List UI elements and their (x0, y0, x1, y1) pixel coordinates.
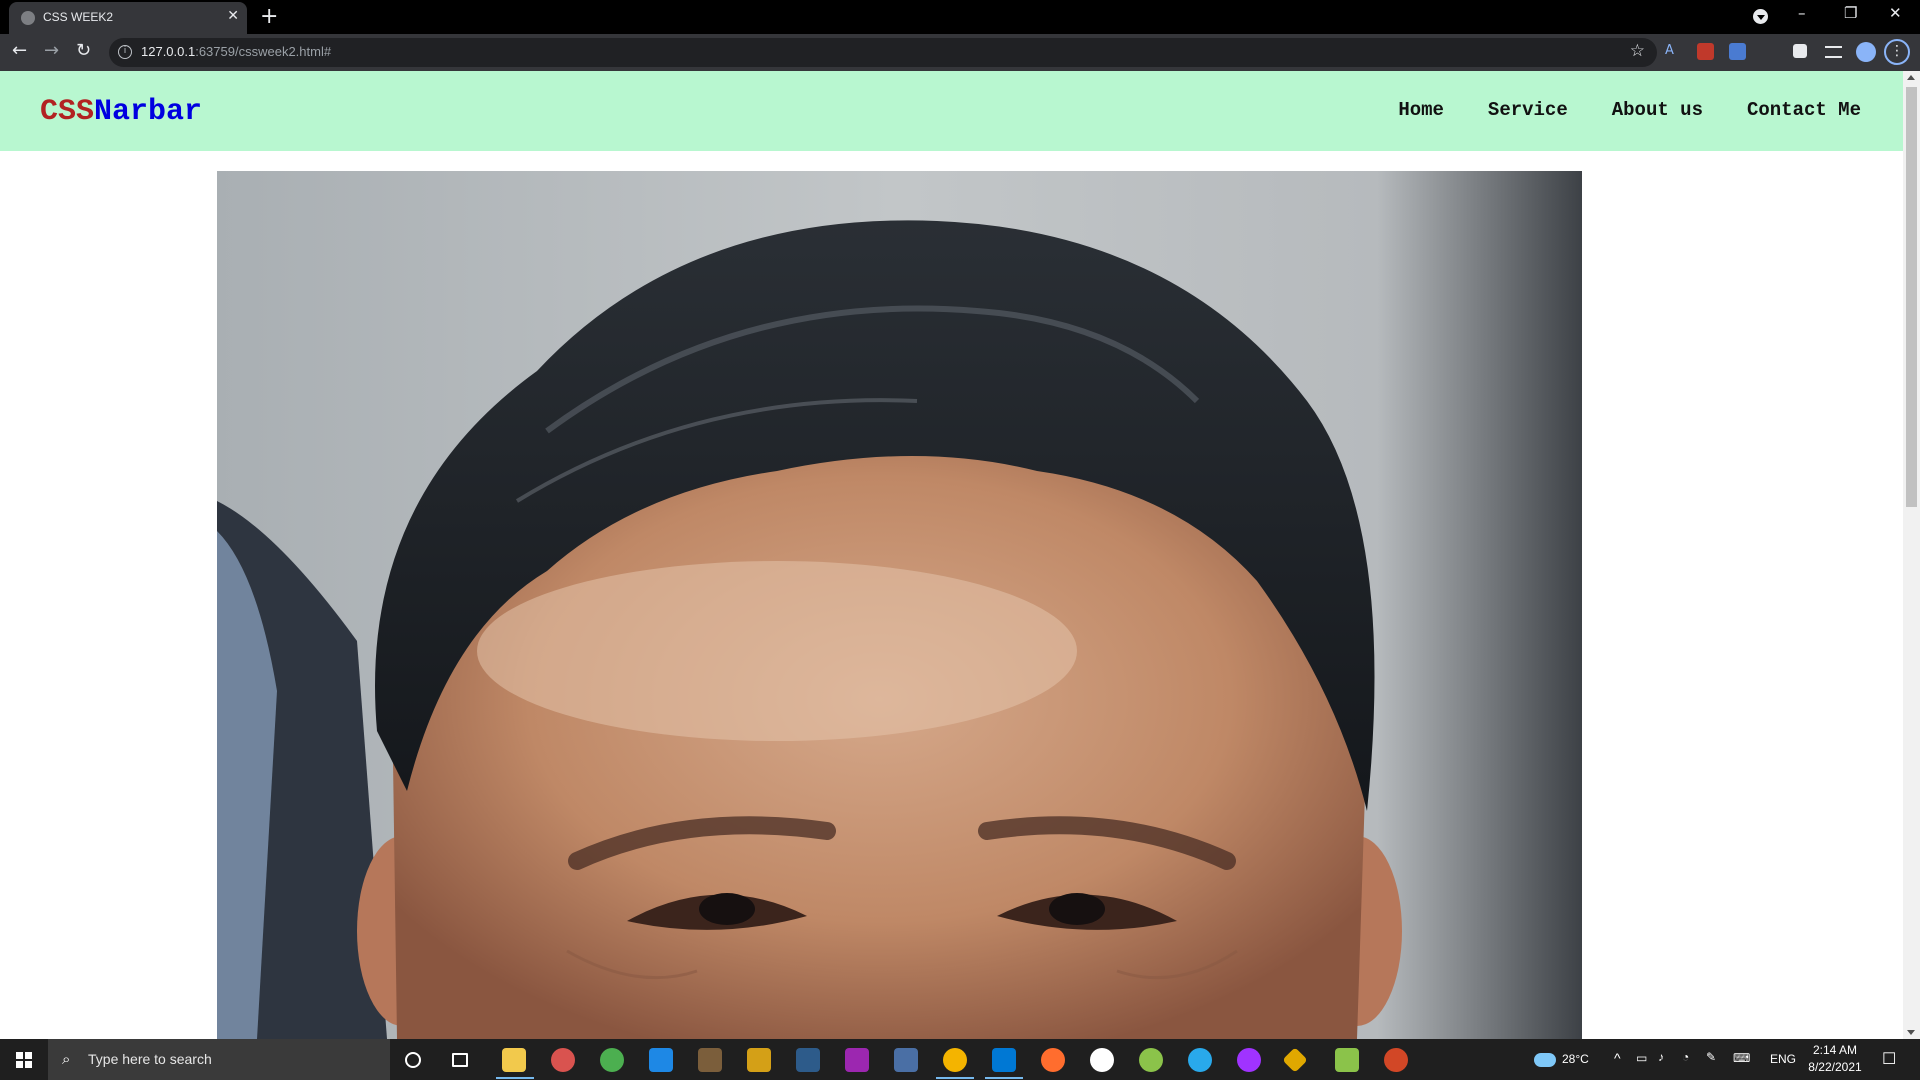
volume-icon[interactable]: ♪ (1658, 1050, 1664, 1064)
tab-strip: CSS WEEK2 ✕ + – ❐ ✕ (0, 0, 1920, 34)
hero-portrait-image (217, 171, 1582, 1039)
tray-expand-icon[interactable]: ^ (1614, 1050, 1621, 1066)
site-navbar: CSSNarbar Home Service About us Contact … (0, 71, 1903, 151)
webstorm-icon[interactable] (649, 1048, 673, 1072)
tab-title: CSS WEEK2 (43, 10, 114, 24)
new-tab-button[interactable]: + (260, 4, 278, 29)
globe-icon (21, 11, 35, 25)
bookmark-star-icon[interactable]: ☆ (1630, 41, 1645, 61)
tab-active[interactable]: CSS WEEK2 ✕ (9, 2, 247, 34)
powerpoint-icon[interactable] (1384, 1048, 1408, 1072)
tab-close-icon[interactable]: ✕ (227, 8, 239, 24)
close-window-button[interactable]: ✕ (1889, 4, 1902, 22)
reload-button[interactable]: ↻ (76, 40, 91, 61)
vscode-icon[interactable] (992, 1048, 1016, 1072)
info-icon[interactable]: i (118, 45, 132, 59)
tab-search-icon[interactable] (1753, 9, 1768, 24)
app-icon-4[interactable] (747, 1048, 771, 1072)
file-explorer-icon[interactable] (502, 1048, 526, 1072)
browser-menu-button[interactable]: ⋮ (1884, 39, 1910, 65)
reading-list-icon[interactable] (1825, 46, 1842, 58)
app-icon-2[interactable] (600, 1048, 624, 1072)
notifications-icon[interactable]: ☐ (1882, 1049, 1896, 1069)
app-icon-3[interactable] (698, 1048, 722, 1072)
nav-link-home[interactable]: Home (1398, 99, 1444, 121)
task-view-icon[interactable] (452, 1053, 468, 1067)
clock-time: 2:14 AM (1812, 1043, 1858, 1057)
translate-icon[interactable] (1729, 43, 1746, 60)
taskbar-search-box[interactable]: ⌕ Type here to search (48, 1039, 390, 1080)
site-logo[interactable]: CSSNarbar (40, 95, 202, 129)
taskbar-clock[interactable]: 2:14 AM 8/22/2021 (1800, 1042, 1870, 1076)
cortana-icon[interactable] (405, 1052, 421, 1068)
app-icon-9[interactable] (1139, 1048, 1163, 1072)
app-icon-10[interactable] (1282, 1047, 1308, 1073)
portrait-photo (217, 171, 1582, 1039)
page-scrollbar[interactable] (1903, 71, 1920, 1039)
extension-off-icon[interactable] (1697, 43, 1714, 60)
scroll-down-icon[interactable] (1907, 1030, 1915, 1035)
scroll-up-icon[interactable] (1907, 75, 1915, 80)
intellij-icon[interactable] (845, 1048, 869, 1072)
search-placeholder: Type here to search (88, 1051, 212, 1067)
scroll-thumb[interactable] (1906, 87, 1917, 507)
extensions-puzzle-icon[interactable] (1793, 44, 1807, 58)
windows-taskbar: ⌕ Type here to search 28°C ^ ▭ ♪ ◔ ✎ ⌨ E… (0, 1039, 1920, 1080)
app-icon-7[interactable] (1041, 1048, 1065, 1072)
forward-button[interactable]: → (44, 40, 59, 61)
language-indicator[interactable]: ENG (1770, 1052, 1796, 1066)
pen-icon[interactable]: ✎ (1706, 1050, 1716, 1064)
chrome-icon[interactable] (943, 1048, 967, 1072)
app-icon-8[interactable] (1090, 1048, 1114, 1072)
weather-icon[interactable] (1534, 1053, 1556, 1067)
keyboard-icon[interactable]: ⌨ (1733, 1051, 1750, 1065)
search-icon: ⌕ (62, 1050, 71, 1068)
browser-toolbar: ← → ↻ i 127.0.0.1:63759/cssweek2.html# ☆… (0, 34, 1920, 71)
battery-icon[interactable]: ▭ (1636, 1051, 1647, 1065)
restore-button[interactable]: ❐ (1844, 4, 1857, 22)
start-icon[interactable] (16, 1052, 32, 1068)
brand-part-css: CSS (40, 95, 95, 129)
app-icon-1[interactable] (551, 1048, 575, 1072)
read-aloud-icon[interactable]: A (1665, 43, 1682, 60)
page-viewport: CSSNarbar Home Service About us Contact … (0, 71, 1903, 1039)
clock-date: 8/22/2021 (1808, 1060, 1862, 1074)
app-icon-5[interactable] (796, 1048, 820, 1072)
url-text[interactable]: 127.0.0.1:63759/cssweek2.html# (141, 44, 331, 59)
brand-part-narbar: Narbar (94, 95, 203, 129)
minimize-button[interactable]: – (1798, 4, 1806, 22)
app-icon-6[interactable] (894, 1048, 918, 1072)
nav-link-service[interactable]: Service (1488, 99, 1568, 121)
back-button[interactable]: ← (12, 40, 27, 61)
wifi-icon[interactable]: ◔ (1682, 1050, 1689, 1064)
nav-link-about[interactable]: About us (1612, 99, 1703, 121)
address-bar[interactable]: i 127.0.0.1:63759/cssweek2.html# ☆ (109, 38, 1657, 67)
telegram-icon[interactable] (1188, 1048, 1212, 1072)
nav-link-contact[interactable]: Contact Me (1747, 99, 1861, 121)
nav-links: Home Service About us Contact Me (1398, 99, 1861, 121)
messenger-icon[interactable] (1237, 1048, 1261, 1072)
profile-avatar[interactable] (1856, 42, 1876, 62)
app-icon-11[interactable] (1335, 1048, 1359, 1072)
weather-temp[interactable]: 28°C (1562, 1052, 1589, 1066)
